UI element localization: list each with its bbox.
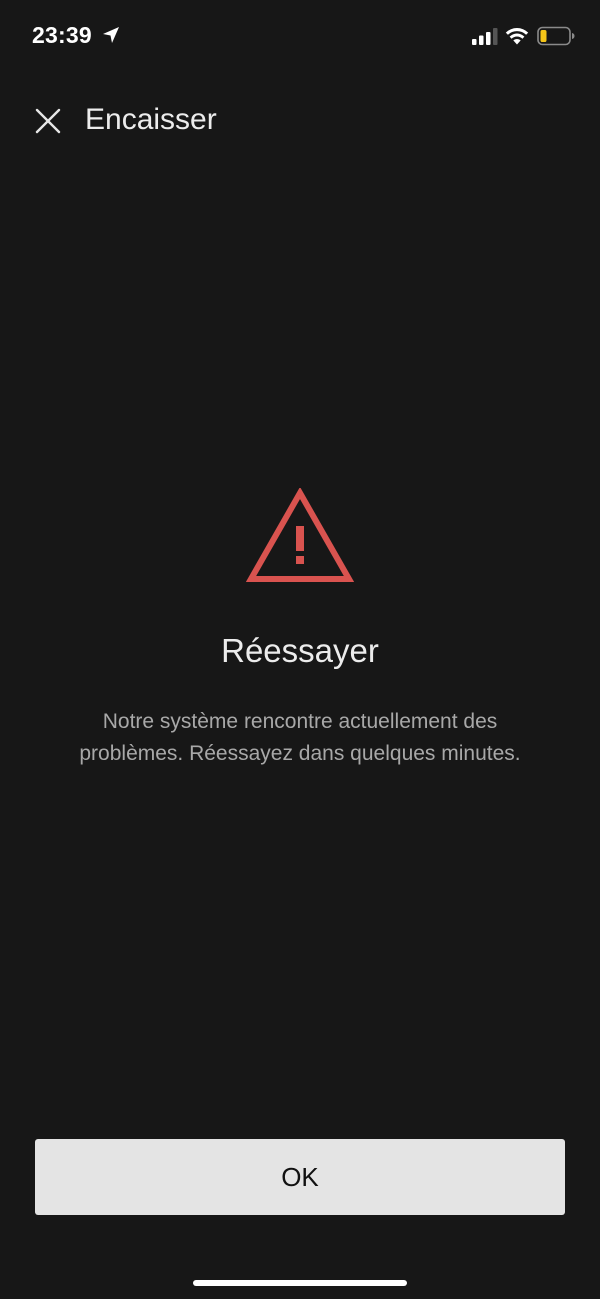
header: Encaisser: [0, 95, 600, 151]
error-title: Réessayer: [221, 632, 379, 669]
ok-button[interactable]: OK: [35, 1139, 565, 1215]
cellular-signal-icon: [472, 28, 498, 45]
error-message: Notre système rencontre actuellement des…: [79, 710, 521, 765]
screen: 23:39 Encaisser Réessayer Notre système …: [0, 0, 600, 1299]
status-bar: 23:39: [0, 0, 600, 72]
warning-triangle-icon: [246, 488, 354, 582]
battery-icon: [537, 26, 575, 46]
close-button[interactable]: [28, 101, 68, 141]
page-title: Encaisser: [85, 103, 217, 136]
status-time: 23:39: [32, 22, 92, 48]
home-indicator[interactable]: [193, 1280, 407, 1286]
wifi-icon: [505, 28, 529, 45]
close-icon: [35, 108, 61, 134]
location-arrow-icon: [103, 27, 119, 43]
